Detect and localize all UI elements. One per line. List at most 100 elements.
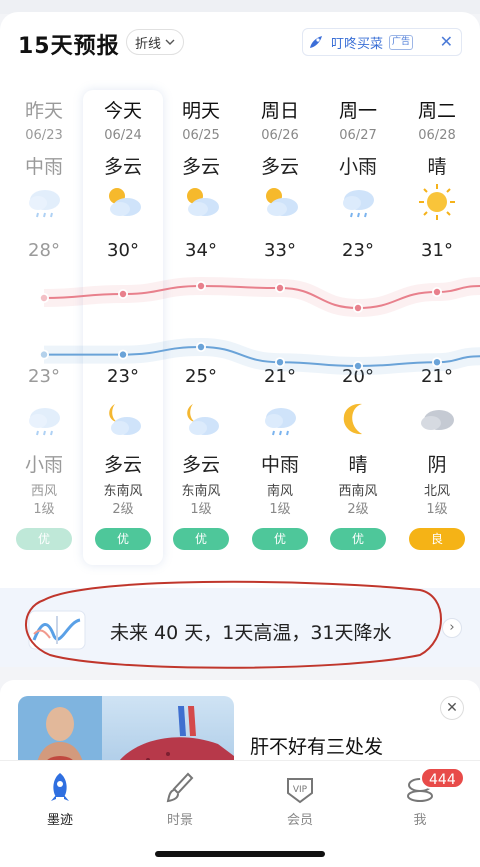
tab-label: 我 — [413, 813, 427, 828]
ad-tag: 广告 — [389, 34, 414, 50]
day-column-5[interactable]: 周二 06/28 晴 31° 21° 阴北风 1级良 — [397, 94, 477, 564]
ad-text: 叮咚买菜 — [331, 36, 384, 52]
rain-cloud-icon — [24, 182, 64, 222]
sun-cloud-icon — [103, 182, 143, 222]
day-column-3[interactable]: 周日 06/26 多云 33° 21° 中雨 南风 1级优 — [240, 94, 320, 564]
day-weather: 多云 — [260, 156, 299, 178]
wind-level: 2级 — [347, 502, 369, 517]
low-temp: 21° — [264, 366, 296, 387]
high-temp: 28° — [28, 240, 60, 261]
day-name: 周一 — [338, 100, 377, 122]
wind-direction: 北风 — [423, 484, 450, 499]
night-weather: 中雨 — [260, 454, 299, 476]
day-weather: 多云 — [103, 156, 142, 178]
moon-cloud-icon — [181, 400, 221, 440]
sun-icon — [417, 182, 457, 222]
high-temp: 30° — [107, 240, 139, 261]
vip-icon: VIP — [287, 778, 313, 804]
day-name: 昨天 — [24, 100, 63, 122]
forecast-header: 15天预报 折线 叮咚买菜 广告 ✕ — [0, 12, 480, 72]
moon-cloud-icon — [103, 400, 143, 440]
chart-mode-label: 折线 — [135, 36, 162, 52]
low-temp: 23° — [107, 366, 139, 387]
night-weather: 多云 — [103, 454, 142, 476]
weather-forecast-screen: 15天预报 折线 叮咚买菜 广告 ✕ 昨天 06/23 中雨 28° 23° 小雨西风 1级… — [0, 0, 480, 867]
wind-direction: 东南风 — [181, 484, 221, 499]
home-indicator — [155, 851, 325, 857]
page-title: 15天预报 — [18, 34, 120, 59]
rain-cloud-icon — [260, 400, 300, 440]
high-temp: 33° — [264, 240, 296, 261]
wind-level: 1级 — [190, 502, 212, 517]
ad-headline: 肝不好有三处发 — [250, 736, 384, 758]
cloud-icon — [417, 400, 457, 440]
brush-icon — [166, 772, 194, 803]
day-name: 今天 — [103, 100, 142, 122]
wind-direction: 南风 — [266, 484, 293, 499]
day-column-4[interactable]: 周一 06/27 小雨 23° 20° 晴西南风 2级优 — [318, 94, 398, 564]
aqi-badge: 优 — [16, 528, 72, 550]
chevron-down-icon — [165, 39, 175, 45]
tab-membership[interactable]: VIP 会员 — [240, 771, 360, 831]
notification-badge: 444 — [420, 767, 465, 789]
day-weather: 多云 — [181, 156, 220, 178]
tab-moji[interactable]: 墨迹 — [0, 771, 120, 831]
date: 06/26 — [261, 128, 299, 143]
date: 06/27 — [339, 128, 377, 143]
tab-label: 会员 — [286, 813, 313, 828]
day-column-2[interactable]: 明天 06/25 多云 34° 25° 多云 东南风 1级优 — [161, 94, 241, 564]
aqi-badge: 优 — [330, 528, 386, 550]
date: 06/24 — [104, 128, 142, 143]
rocket-icon — [51, 773, 69, 801]
date: 06/28 — [418, 128, 456, 143]
forecast-card: 15天预报 折线 叮咚买菜 广告 ✕ 昨天 06/23 中雨 28° 23° 小雨西风 1级… — [0, 12, 480, 667]
moon-icon — [338, 400, 378, 440]
aqi-badge: 良 — [409, 528, 465, 550]
date: 06/23 — [25, 128, 63, 143]
day-column-1[interactable]: 今天 06/24 多云 30° 23° 多云 东南风 2级优 — [83, 94, 163, 564]
night-weather: 小雨 — [24, 454, 63, 476]
sun-cloud-icon — [260, 182, 300, 222]
wind-level: 1级 — [33, 502, 55, 517]
tab-shijing[interactable]: 时景 — [120, 771, 240, 831]
forty-day-promo[interactable]: 未来 40 天，1天高温，31天降水 › — [0, 588, 480, 667]
wind-direction: 西南风 — [338, 484, 378, 499]
day-weather: 中雨 — [24, 156, 63, 178]
close-icon[interactable]: ✕ — [440, 32, 453, 51]
night-weather: 阴 — [427, 454, 447, 476]
sun-cloud-icon — [181, 182, 221, 222]
aqi-badge: 优 — [173, 528, 229, 550]
night-weather: 多云 — [181, 454, 220, 476]
high-temp: 23° — [342, 240, 374, 261]
day-name: 明天 — [181, 100, 220, 122]
day-weather: 小雨 — [338, 156, 377, 178]
chart-mode-toggle[interactable]: 折线 — [126, 29, 185, 55]
day-weather: 晴 — [427, 156, 447, 178]
rain-cloud-icon — [24, 400, 64, 440]
svg-text:VIP: VIP — [293, 785, 308, 795]
day-column-0[interactable]: 昨天 06/23 中雨 28° 23° 小雨西风 1级优 — [4, 94, 84, 564]
high-temp: 31° — [421, 240, 453, 261]
wind-direction: 东南风 — [103, 484, 143, 499]
ad-banner-small[interactable]: 叮咚买菜 广告 ✕ — [302, 28, 462, 56]
tab-label: 墨迹 — [46, 813, 73, 828]
low-temp: 25° — [185, 366, 217, 387]
wind-level: 2级 — [112, 502, 134, 517]
wind-direction: 西风 — [30, 484, 57, 499]
chevron-right-icon[interactable]: › — [442, 618, 462, 638]
day-name: 周日 — [260, 100, 299, 122]
close-icon[interactable]: ✕ — [440, 696, 464, 720]
wind-level: 1级 — [426, 502, 448, 517]
trend-chart-icon — [28, 610, 86, 650]
promo-text: 未来 40 天，1天高温，31天降水 — [110, 622, 392, 644]
night-weather: 晴 — [348, 454, 368, 476]
rocket-ad-icon — [310, 36, 322, 48]
aqi-badge: 优 — [252, 528, 308, 550]
day-name: 周二 — [417, 100, 456, 122]
low-temp: 23° — [28, 366, 60, 387]
tab-label: 时景 — [166, 813, 193, 828]
rain-cloud-icon — [338, 182, 378, 222]
date: 06/25 — [182, 128, 220, 143]
low-temp: 20° — [342, 366, 374, 387]
low-temp: 21° — [421, 366, 453, 387]
